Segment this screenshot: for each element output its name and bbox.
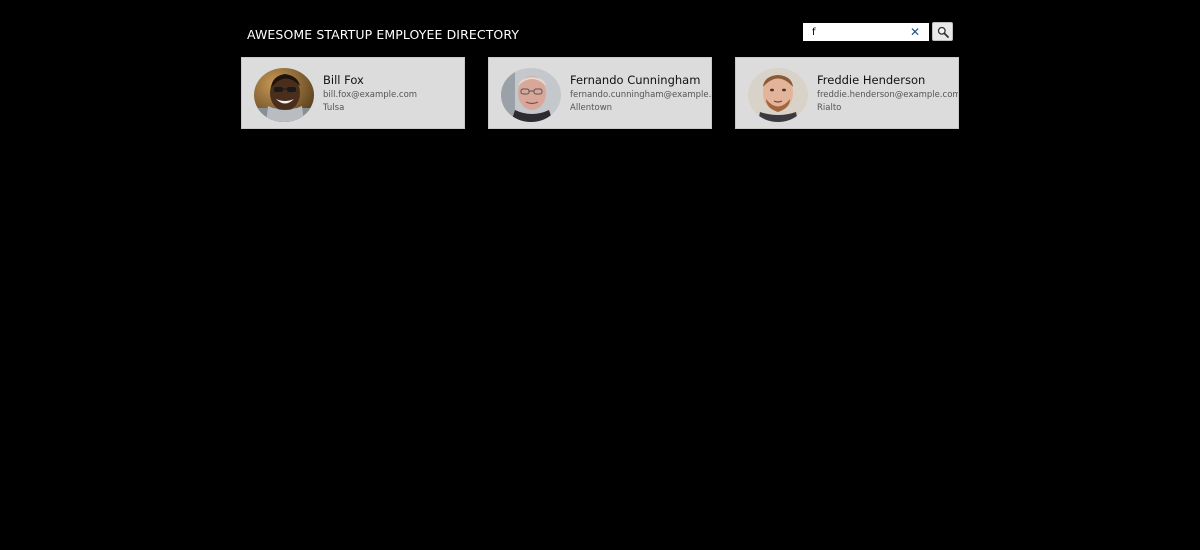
header: AWESOME STARTUP EMPLOYEE DIRECTORY ✕ xyxy=(247,22,953,46)
employee-name: Fernando Cunningham xyxy=(570,73,701,87)
employee-info: Bill Fox bill.fox@example.com Tulsa xyxy=(323,73,417,115)
close-icon[interactable]: ✕ xyxy=(910,25,920,39)
avatar xyxy=(501,68,561,122)
employee-city: Tulsa xyxy=(323,103,345,113)
search-field: ✕ xyxy=(803,23,929,41)
search-input[interactable] xyxy=(803,23,903,41)
employee-email: freddie.henderson@example.com xyxy=(817,90,959,100)
page-title: AWESOME STARTUP EMPLOYEE DIRECTORY xyxy=(247,27,520,42)
search-button[interactable] xyxy=(932,22,953,41)
employee-info: Freddie Henderson freddie.henderson@exam… xyxy=(817,73,959,115)
employee-name: Freddie Henderson xyxy=(817,73,926,87)
employee-name: Bill Fox xyxy=(323,73,364,87)
employee-city: Rialto xyxy=(817,103,842,113)
avatar xyxy=(254,68,314,122)
avatar xyxy=(748,68,808,122)
employee-city: Allentown xyxy=(570,103,613,113)
employee-card[interactable]: Bill Fox bill.fox@example.com Tulsa xyxy=(241,57,465,129)
search-icon xyxy=(937,26,949,38)
employee-email: bill.fox@example.com xyxy=(323,90,418,100)
employee-info: Fernando Cunningham fernando.cunningham@… xyxy=(570,73,712,115)
employee-email: fernando.cunningham@example.com xyxy=(570,90,712,100)
employee-card[interactable]: Fernando Cunningham fernando.cunningham@… xyxy=(488,57,712,129)
page: AWESOME STARTUP EMPLOYEE DIRECTORY ✕ xyxy=(0,0,1200,550)
employee-card[interactable]: Freddie Henderson freddie.henderson@exam… xyxy=(735,57,959,129)
